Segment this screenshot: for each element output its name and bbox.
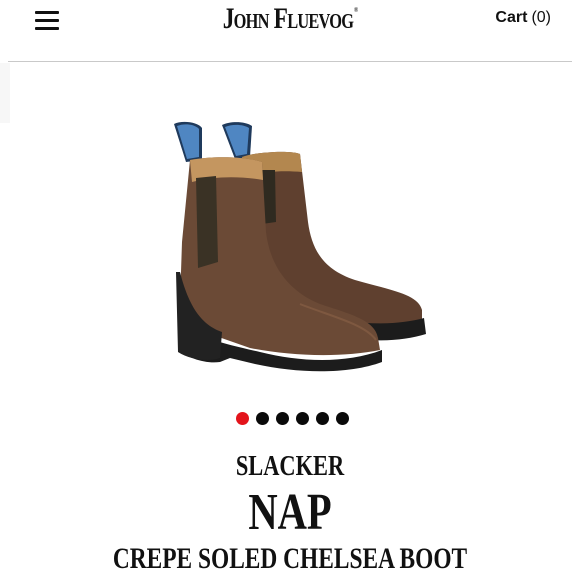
- carousel-dot-4[interactable]: [296, 412, 309, 425]
- logo-text: John Fluevog: [222, 2, 354, 35]
- header-divider: [8, 61, 572, 62]
- product-page: John Fluevog® Cart (0) SLACKER NAP CREPE…: [0, 0, 580, 580]
- cart-label: Cart: [495, 9, 528, 26]
- image-carousel-dots: [0, 412, 580, 426]
- carousel-dot-2[interactable]: [256, 412, 269, 425]
- carousel-dot-3[interactable]: [276, 412, 289, 425]
- carousel-dot-6[interactable]: [336, 412, 349, 425]
- product-subtitle: CREPE SOLED CHELSEA BOOT: [112, 542, 468, 575]
- boots-illustration: [174, 121, 426, 372]
- side-shade: [0, 63, 10, 123]
- cart-link[interactable]: Cart (0): [495, 9, 551, 27]
- hamburger-menu-icon[interactable]: [33, 9, 61, 33]
- site-header: John Fluevog® Cart (0): [0, 0, 580, 62]
- carousel-dot-1[interactable]: [236, 412, 249, 425]
- registered-mark: ®: [353, 6, 358, 14]
- product-collection: SLACKER: [235, 451, 345, 482]
- cart-count: (0): [531, 9, 551, 26]
- brand-logo[interactable]: John Fluevog®: [64, 2, 516, 36]
- carousel-dot-5[interactable]: [316, 412, 329, 425]
- product-image[interactable]: [150, 112, 440, 387]
- product-name: NAP: [248, 484, 332, 541]
